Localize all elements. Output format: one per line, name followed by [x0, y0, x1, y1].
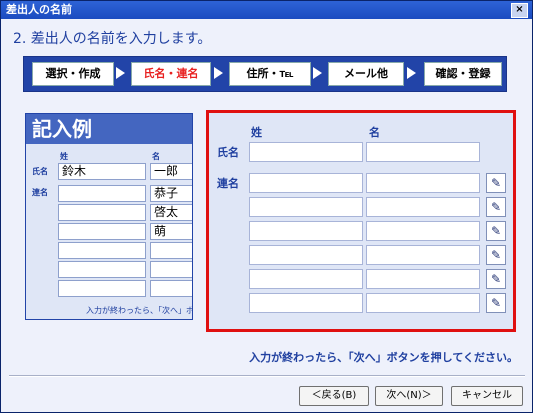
renmei-mei-input-5[interactable]: [366, 269, 480, 289]
title-bar: 差出人の名前 ×: [1, 1, 532, 19]
row-label-name: 氏名: [217, 146, 239, 159]
row-label-renmei: 連名: [217, 177, 239, 190]
renmei-mei-input-1[interactable]: [366, 173, 480, 193]
step-arrow-icon: [214, 67, 223, 79]
example-renmei-mei: [150, 280, 192, 297]
example-row-renmei: 連名: [32, 188, 48, 197]
renmei-mei-input-6[interactable]: [366, 293, 480, 313]
step-arrow-icon: [313, 67, 322, 79]
example-title: 記入例: [26, 114, 192, 144]
name-mei-input[interactable]: [366, 142, 480, 162]
example-renmei-mei: 恭子: [150, 185, 192, 202]
name-sei-input[interactable]: [249, 142, 363, 162]
renmei-sei-input-3[interactable]: [249, 221, 363, 241]
col-label-sei: 姓: [251, 126, 262, 139]
wizard-steps: 選択・作成 氏名・連名 住所・℡ メール他 確認・登録: [23, 56, 507, 92]
example-renmei-sei: [58, 280, 146, 297]
example-name-sei: 鈴木: [58, 163, 146, 180]
window-title: 差出人の名前: [6, 3, 72, 16]
address-book-icon[interactable]: ✎: [486, 293, 506, 313]
address-book-icon[interactable]: ✎: [486, 221, 506, 241]
renmei-sei-input-5[interactable]: [249, 269, 363, 289]
name-form-panel: 姓 名 氏名 連名 ✎ ✎ ✎ ✎ ✎ ✎: [206, 110, 516, 332]
step-arrow-icon: [407, 67, 416, 79]
renmei-sei-input-1[interactable]: [249, 173, 363, 193]
address-book-icon[interactable]: ✎: [486, 173, 506, 193]
close-button[interactable]: ×: [511, 3, 528, 18]
address-book-icon[interactable]: ✎: [486, 269, 506, 289]
step-confirm: 確認・登録: [424, 62, 502, 86]
example-renmei-sei: [58, 223, 146, 240]
step-heading: 2. 差出人の名前を入力します。: [13, 31, 212, 47]
example-renmei-sei: [58, 185, 146, 202]
address-book-icon[interactable]: ✎: [486, 245, 506, 265]
renmei-mei-input-2[interactable]: [366, 197, 480, 217]
back-button[interactable]: ＜戻る(B): [299, 386, 369, 406]
address-book-icon[interactable]: ✎: [486, 197, 506, 217]
example-note: 入力が終わったら、「次へ」ボ: [86, 306, 193, 315]
renmei-mei-input-3[interactable]: [366, 221, 480, 241]
dialog-window: 差出人の名前 × 2. 差出人の名前を入力します。 選択・作成 氏名・連名 住所…: [0, 0, 533, 413]
renmei-sei-input-6[interactable]: [249, 293, 363, 313]
example-renmei-sei: [58, 261, 146, 278]
example-renmei-mei: 萌: [150, 223, 192, 240]
next-button[interactable]: 次へ(N)＞: [375, 386, 443, 406]
example-renmei-sei: [58, 242, 146, 259]
renmei-sei-input-2[interactable]: [249, 197, 363, 217]
example-renmei-sei: [58, 204, 146, 221]
instruction-text: 入力が終わったら、「次へ」ボタンを押してください。: [249, 351, 518, 364]
example-col-sei: 姓: [60, 152, 68, 161]
example-renmei-mei: [150, 261, 192, 278]
step-mail: メール他: [328, 62, 404, 86]
renmei-sei-input-4[interactable]: [249, 245, 363, 265]
cancel-button[interactable]: キャンセル: [451, 386, 523, 406]
step-arrow-icon: [116, 67, 125, 79]
example-renmei-mei: [150, 242, 192, 259]
renmei-mei-input-4[interactable]: [366, 245, 480, 265]
step-address: 住所・℡: [229, 62, 311, 86]
col-label-mei: 名: [369, 126, 380, 139]
divider: [9, 375, 525, 377]
step-select-create: 選択・作成: [32, 62, 114, 86]
example-col-mei: 名: [152, 152, 160, 161]
example-renmei-mei: 啓太: [150, 204, 192, 221]
step-name: 氏名・連名: [131, 62, 211, 86]
example-row-name: 氏名: [32, 167, 48, 176]
example-name-mei: 一郎: [150, 163, 192, 180]
example-panel: 記入例 姓 名 氏名 鈴木 一郎 連名 恭子 啓太 萌 入力が終わったら、「次へ…: [25, 113, 193, 320]
